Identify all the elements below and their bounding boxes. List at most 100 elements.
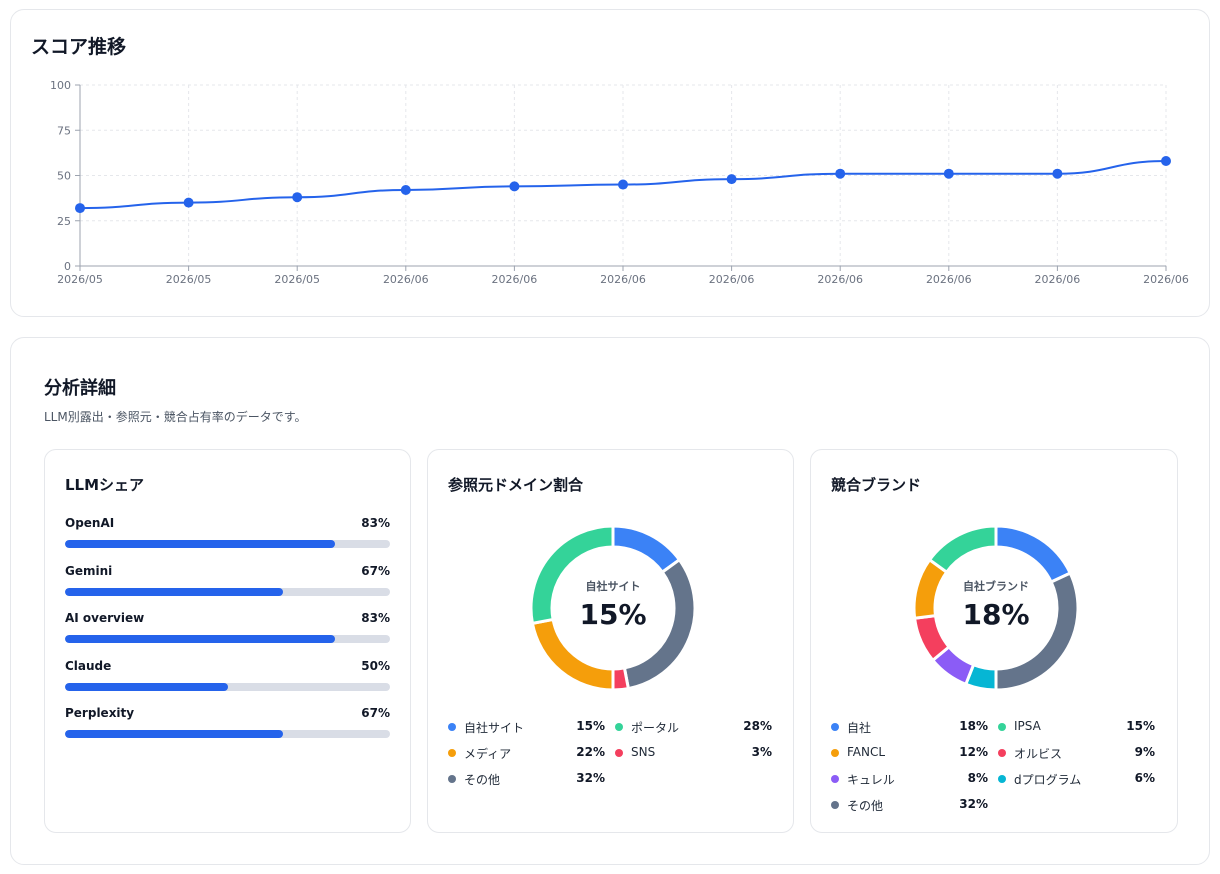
- llm-bar-fill: [65, 682, 228, 691]
- score-data-point[interactable]: [292, 192, 303, 203]
- llm-bar-fill: [65, 587, 283, 596]
- score-data-point[interactable]: [1052, 168, 1063, 179]
- domain-legend-name: SNS: [631, 745, 656, 759]
- legend-dot-icon: [615, 723, 623, 731]
- y-tick-label: 0: [64, 260, 71, 273]
- domain-legend-item[interactable]: SNS 3%: [615, 744, 772, 762]
- x-tick-label: 2026/06: [817, 273, 863, 286]
- score-data-point[interactable]: [183, 197, 194, 208]
- score-data-point[interactable]: [1161, 156, 1171, 167]
- brand-donut-chart: 自社ブランド 18%: [912, 524, 1080, 692]
- brand-legend-item[interactable]: FANCL 12%: [831, 744, 988, 762]
- llm-bar-row: Gemini 67%: [65, 564, 390, 598]
- llm-bar-percent: 67%: [361, 563, 390, 578]
- legend-dot-icon: [831, 801, 839, 809]
- brand-legend-name: キュレル: [847, 773, 895, 787]
- domain-legend-item[interactable]: メディア 22%: [448, 744, 605, 762]
- score-data-point[interactable]: [618, 179, 628, 190]
- llm-bar-name: Gemini: [65, 563, 113, 578]
- domain-legend-name: ポータル: [631, 721, 680, 735]
- legend-dot-icon: [998, 749, 1006, 757]
- score-data-point[interactable]: [400, 184, 411, 195]
- legend-dot-icon: [998, 775, 1006, 783]
- domain-legend-percent: 32%: [576, 771, 605, 785]
- brand-legend-name: dプログラム: [1014, 773, 1082, 787]
- brand-legend-name: 自社: [847, 721, 872, 735]
- domain-legend-name: メディア: [464, 747, 512, 761]
- llm-bar-row: Perplexity 67%: [65, 706, 390, 740]
- x-tick-label: 2026/05: [166, 273, 212, 286]
- llm-bar-name: Perplexity: [65, 706, 135, 720]
- analysis-subtitle: LLM別露出・参照元・競合占有率のデータです。: [44, 410, 307, 424]
- llm-bar-name: OpenAI: [65, 516, 115, 530]
- domain-legend-item[interactable]: ポータル 28%: [615, 718, 772, 736]
- brand-legend-item[interactable]: その他 32%: [831, 796, 988, 814]
- score-trend-card: スコア推移 0 25 50 75 100 2026/05 2026/05 2026/05 202…: [10, 9, 1210, 317]
- score-data-point[interactable]: [726, 174, 737, 185]
- brand-legend-name: FANCL: [847, 745, 886, 759]
- legend-dot-icon: [448, 749, 456, 757]
- llm-bar-percent: 83%: [361, 516, 390, 530]
- y-tick-label: 50: [57, 170, 71, 183]
- brand-legend-item[interactable]: キュレル 8%: [831, 770, 988, 788]
- x-tick-label: 2026/06: [709, 273, 755, 286]
- domain-share-panel: 参照元ドメイン割合 自社サイト 15% 自社サイト 15% ポータル 28% メディア 2…: [427, 449, 794, 833]
- x-tick-label: 2026/05: [57, 273, 103, 286]
- legend-dot-icon: [615, 749, 623, 757]
- llm-bar-row: AI overview 83%: [65, 611, 390, 645]
- y-tick-label: 25: [57, 215, 71, 228]
- llm-share-panel: LLMシェア OpenAI 83% Gemini 67% AI overview 83% C…: [44, 449, 411, 833]
- llm-bar-fill: [65, 635, 335, 643]
- brand-legend-item[interactable]: オルビス 9%: [998, 744, 1155, 762]
- llm-bar-track: [65, 682, 390, 691]
- y-tick-label: 100: [50, 79, 71, 92]
- domain-donut-slice[interactable]: [611, 666, 630, 692]
- domain-legend-item[interactable]: その他 32%: [448, 770, 605, 788]
- legend-dot-icon: [448, 723, 456, 731]
- llm-bar-track: [65, 540, 390, 548]
- llm-bar-percent: 83%: [361, 611, 390, 625]
- domain-legend-name: 自社サイト: [464, 721, 525, 735]
- brand-donut-center-label: 自社ブランド: [963, 580, 1029, 593]
- brand-share-title: 競合ブランド: [831, 476, 922, 494]
- legend-dot-icon: [831, 749, 839, 757]
- brand-legend-percent: 18%: [959, 719, 988, 733]
- brand-legend-percent: 32%: [959, 797, 988, 811]
- llm-bar-track: [65, 635, 390, 643]
- score-data-point[interactable]: [75, 203, 85, 214]
- llm-share-title: LLMシェア: [65, 476, 145, 494]
- y-tick-label: 75: [57, 124, 71, 137]
- domain-share-title: 参照元ドメイン割合: [448, 476, 584, 494]
- brand-donut-slice[interactable]: [928, 524, 998, 574]
- llm-bar-percent: 67%: [361, 706, 390, 720]
- brand-legend-item[interactable]: 自社 18%: [831, 718, 988, 736]
- domain-legend-item[interactable]: 自社サイト 15%: [448, 718, 605, 736]
- score-line-chart: 0 25 50 75 100 2026/05 2026/05 2026/05 2026/06 20…: [50, 79, 1189, 286]
- domain-donut-center-label: 自社サイト: [585, 580, 641, 593]
- legend-dot-icon: [448, 775, 456, 783]
- domain-donut-center-value: 15%: [579, 598, 647, 631]
- brand-legend-percent: 15%: [1126, 719, 1155, 733]
- brand-donut-slice[interactable]: [994, 524, 1072, 584]
- brand-legend-item[interactable]: dプログラム 6%: [998, 770, 1155, 788]
- x-tick-label: 2026/06: [1143, 273, 1189, 286]
- llm-bar-percent: 50%: [361, 658, 390, 673]
- brand-legend-percent: 8%: [967, 771, 988, 785]
- llm-bar-fill: [65, 730, 283, 738]
- llm-bar-track: [65, 587, 390, 596]
- brand-legend-name: その他: [847, 799, 884, 813]
- x-tick-label: 2026/06: [492, 273, 538, 286]
- llm-bar-track: [65, 730, 390, 738]
- brand-legend-percent: 6%: [1134, 771, 1155, 785]
- score-data-point[interactable]: [509, 181, 520, 192]
- score-data-point[interactable]: [943, 168, 954, 179]
- legend-dot-icon: [831, 723, 839, 731]
- brand-donut-center-value: 18%: [962, 598, 1030, 631]
- score-data-point[interactable]: [835, 168, 846, 179]
- domain-legend-percent: 15%: [576, 719, 605, 733]
- x-tick-label: 2026/06: [1035, 273, 1081, 286]
- brand-legend-item[interactable]: IPSA 15%: [998, 718, 1155, 736]
- llm-bar-name: AI overview: [65, 611, 145, 625]
- analysis-title: 分析詳細: [44, 378, 116, 399]
- legend-dot-icon: [831, 775, 839, 783]
